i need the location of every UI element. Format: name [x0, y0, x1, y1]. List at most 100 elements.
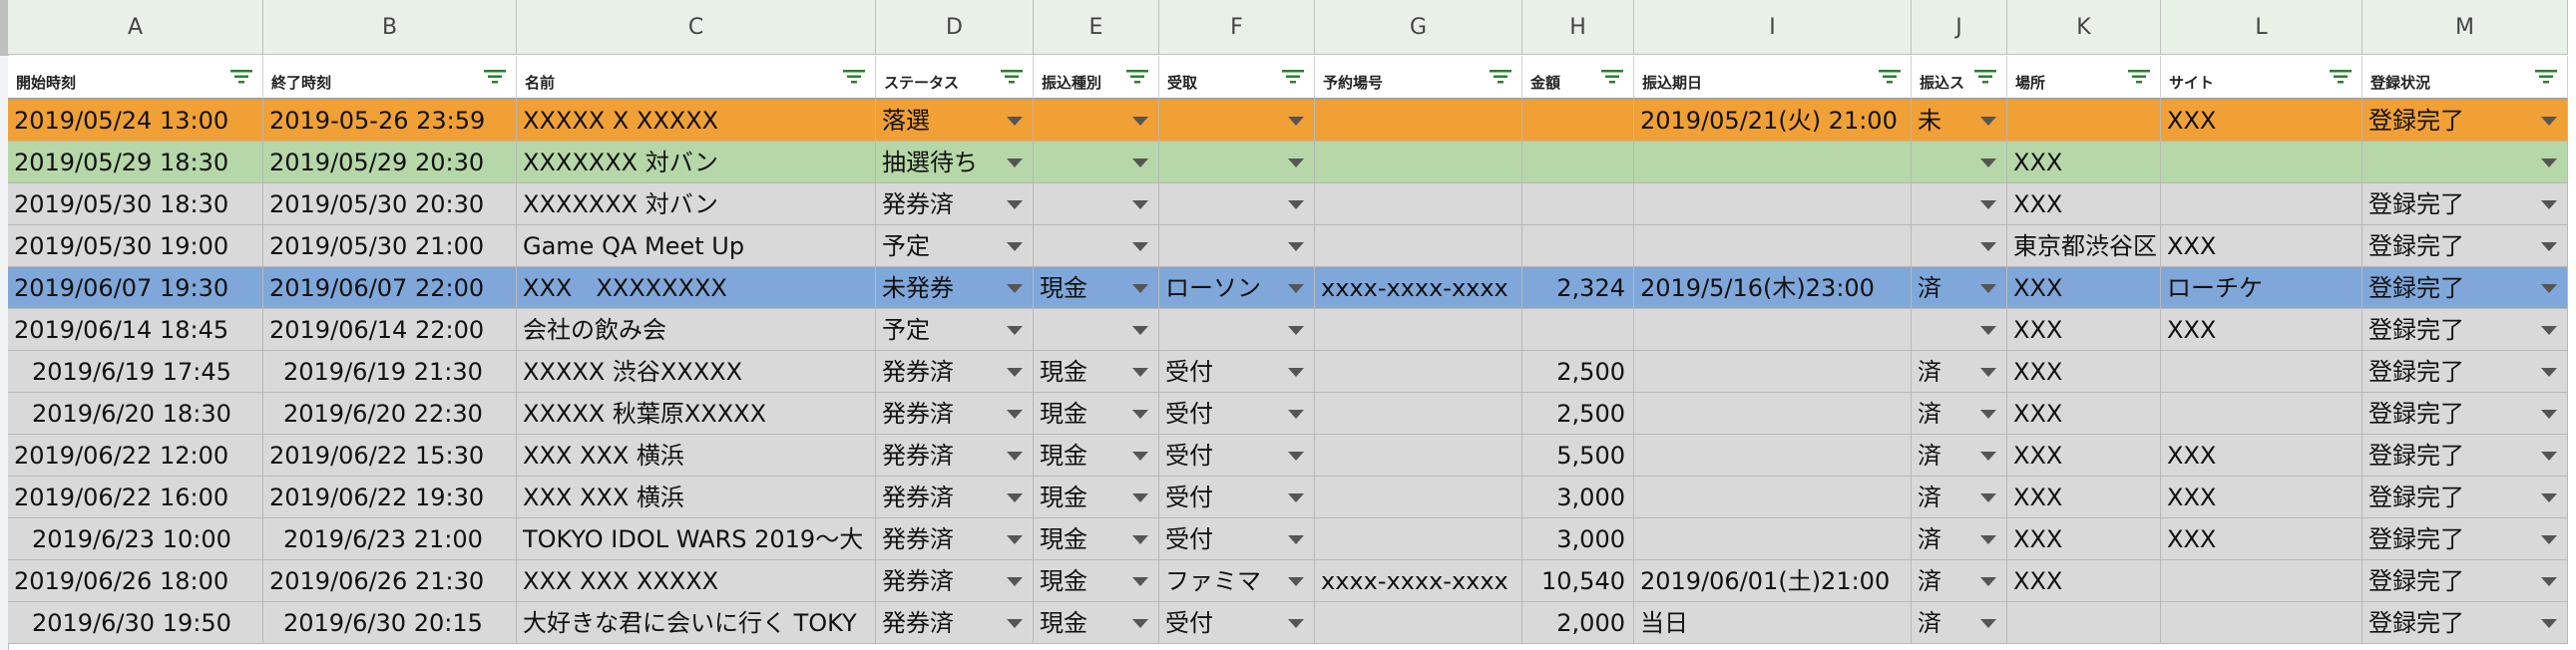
table-cell[interactable]	[1315, 225, 1522, 267]
table-cell[interactable]: XXX XXX 横浜	[517, 435, 876, 477]
header-cell[interactable]: 振込ス	[1912, 56, 2007, 100]
table-cell[interactable]	[1034, 309, 1159, 351]
table-cell[interactable]: XXX	[2161, 100, 2362, 142]
table-cell[interactable]: XXX	[2161, 309, 2362, 351]
dropdown-arrow-icon[interactable]	[1132, 577, 1148, 586]
dropdown-arrow-icon[interactable]	[2541, 410, 2557, 419]
header-cell[interactable]: サイト	[2161, 56, 2362, 100]
table-cell[interactable]: 2019/06/01(土)21:00	[1634, 560, 1912, 602]
column-letter-m[interactable]: M	[2362, 0, 2568, 55]
filter-icon[interactable]	[1974, 70, 1996, 84]
dropdown-arrow-icon[interactable]	[1007, 452, 1023, 461]
table-cell[interactable]	[2161, 602, 2362, 644]
header-cell[interactable]: 予約場号	[1315, 56, 1522, 100]
table-cell[interactable]	[1315, 309, 1522, 351]
dropdown-arrow-icon[interactable]	[1132, 535, 1148, 544]
filter-icon[interactable]	[1001, 70, 1023, 84]
table-cell[interactable]	[1522, 309, 1634, 351]
table-cell[interactable]	[1912, 309, 2007, 351]
table-cell[interactable]: 2019/6/30 20:15	[263, 602, 517, 644]
table-cell[interactable]: 2019/6/23 21:00	[263, 518, 517, 560]
dropdown-arrow-icon[interactable]	[2541, 326, 2557, 335]
dropdown-arrow-icon[interactable]	[1132, 242, 1148, 251]
dropdown-arrow-icon[interactable]	[1007, 535, 1023, 544]
table-cell[interactable]: 登録完了	[2362, 602, 2568, 644]
dropdown-arrow-icon[interactable]	[1007, 410, 1023, 419]
select-all-corner[interactable]	[0, 0, 8, 56]
header-cell[interactable]: 受取	[1159, 56, 1315, 100]
table-cell[interactable]	[2362, 142, 2568, 183]
column-letter-b[interactable]: B	[263, 0, 517, 55]
dropdown-arrow-icon[interactable]	[1132, 326, 1148, 335]
table-cell[interactable]: 現金	[1034, 267, 1159, 309]
table-cell[interactable]: 登録完了	[2362, 267, 2568, 309]
table-cell[interactable]	[1634, 351, 1912, 393]
dropdown-arrow-icon[interactable]	[1007, 242, 1023, 251]
table-cell[interactable]: 登録完了	[2362, 560, 2568, 602]
dropdown-arrow-icon[interactable]	[1288, 200, 1304, 209]
table-cell[interactable]: 10,540	[1522, 560, 1634, 602]
table-cell[interactable]: 登録完了	[2362, 100, 2568, 142]
table-cell[interactable]	[1034, 142, 1159, 183]
dropdown-arrow-icon[interactable]	[1007, 326, 1023, 335]
table-cell[interactable]: XXXXXXX 対バン	[517, 183, 876, 225]
table-cell[interactable]: 現金	[1034, 351, 1159, 393]
table-cell[interactable]: 2019/6/20 22:30	[263, 393, 517, 435]
column-letter-l[interactable]: L	[2161, 0, 2362, 55]
table-cell[interactable]	[1634, 183, 1912, 225]
table-cell[interactable]	[1522, 225, 1634, 267]
dropdown-arrow-icon[interactable]	[2541, 159, 2557, 167]
column-letter-i[interactable]: I	[1634, 0, 1912, 55]
header-cell[interactable]: 振込種別	[1034, 56, 1159, 100]
table-cell[interactable]: 受付	[1159, 393, 1315, 435]
table-cell[interactable]: 3,000	[1522, 477, 1634, 518]
header-cell[interactable]: 開始時刻	[8, 56, 263, 100]
table-cell[interactable]: 2019/6/19 17:45	[8, 351, 263, 393]
table-cell[interactable]: 現金	[1034, 518, 1159, 560]
table-cell[interactable]: XXX	[2007, 142, 2161, 183]
table-cell[interactable]: XXX	[2161, 435, 2362, 477]
dropdown-arrow-icon[interactable]	[2541, 452, 2557, 461]
column-letter-c[interactable]: C	[517, 0, 876, 55]
dropdown-arrow-icon[interactable]	[1980, 326, 1996, 335]
table-cell[interactable]: XXX XXX XXXXX	[517, 560, 876, 602]
table-cell[interactable]	[1159, 100, 1315, 142]
filter-icon[interactable]	[843, 70, 865, 84]
table-cell[interactable]	[1159, 142, 1315, 183]
table-cell[interactable]: 2019/05/30 19:00	[8, 225, 263, 267]
dropdown-arrow-icon[interactable]	[1980, 284, 1996, 293]
dropdown-arrow-icon[interactable]	[1007, 619, 1023, 628]
table-cell[interactable]	[2007, 602, 2161, 644]
dropdown-arrow-icon[interactable]	[1288, 535, 1304, 544]
table-cell[interactable]	[2161, 351, 2362, 393]
table-cell[interactable]: 2019-05-26 23:59	[263, 100, 517, 142]
column-letter-d[interactable]: D	[876, 0, 1034, 55]
table-cell[interactable]: 未発券	[876, 267, 1034, 309]
dropdown-arrow-icon[interactable]	[1288, 577, 1304, 586]
table-cell[interactable]: 受付	[1159, 518, 1315, 560]
dropdown-arrow-icon[interactable]	[1288, 368, 1304, 377]
filter-icon[interactable]	[1282, 70, 1304, 84]
table-cell[interactable]: 2019/06/07 19:30	[8, 267, 263, 309]
column-letter-e[interactable]: E	[1034, 0, 1159, 55]
table-cell[interactable]	[2161, 393, 2362, 435]
dropdown-arrow-icon[interactable]	[1288, 410, 1304, 419]
table-cell[interactable]: TOKYO IDOL WARS 2019〜大	[517, 518, 876, 560]
table-cell[interactable]: Game QA Meet Up	[517, 225, 876, 267]
filter-icon[interactable]	[2330, 70, 2352, 84]
table-cell[interactable]: ファミマ	[1159, 560, 1315, 602]
column-letter-j[interactable]: J	[1912, 0, 2007, 55]
dropdown-arrow-icon[interactable]	[2541, 535, 2557, 544]
table-cell[interactable]	[1315, 435, 1522, 477]
table-cell[interactable]	[1634, 477, 1912, 518]
table-cell[interactable]: 抽選待ち	[876, 142, 1034, 183]
table-cell[interactable]: 登録完了	[2362, 225, 2568, 267]
table-cell[interactable]: 予定	[876, 225, 1034, 267]
table-cell[interactable]: XXX	[2007, 435, 2161, 477]
table-cell[interactable]	[1315, 393, 1522, 435]
table-cell[interactable]: 発券済	[876, 435, 1034, 477]
header-cell[interactable]: 終了時刻	[263, 56, 517, 100]
table-cell[interactable]: 済	[1912, 435, 2007, 477]
table-cell[interactable]: 登録完了	[2362, 183, 2568, 225]
dropdown-arrow-icon[interactable]	[1007, 200, 1023, 209]
